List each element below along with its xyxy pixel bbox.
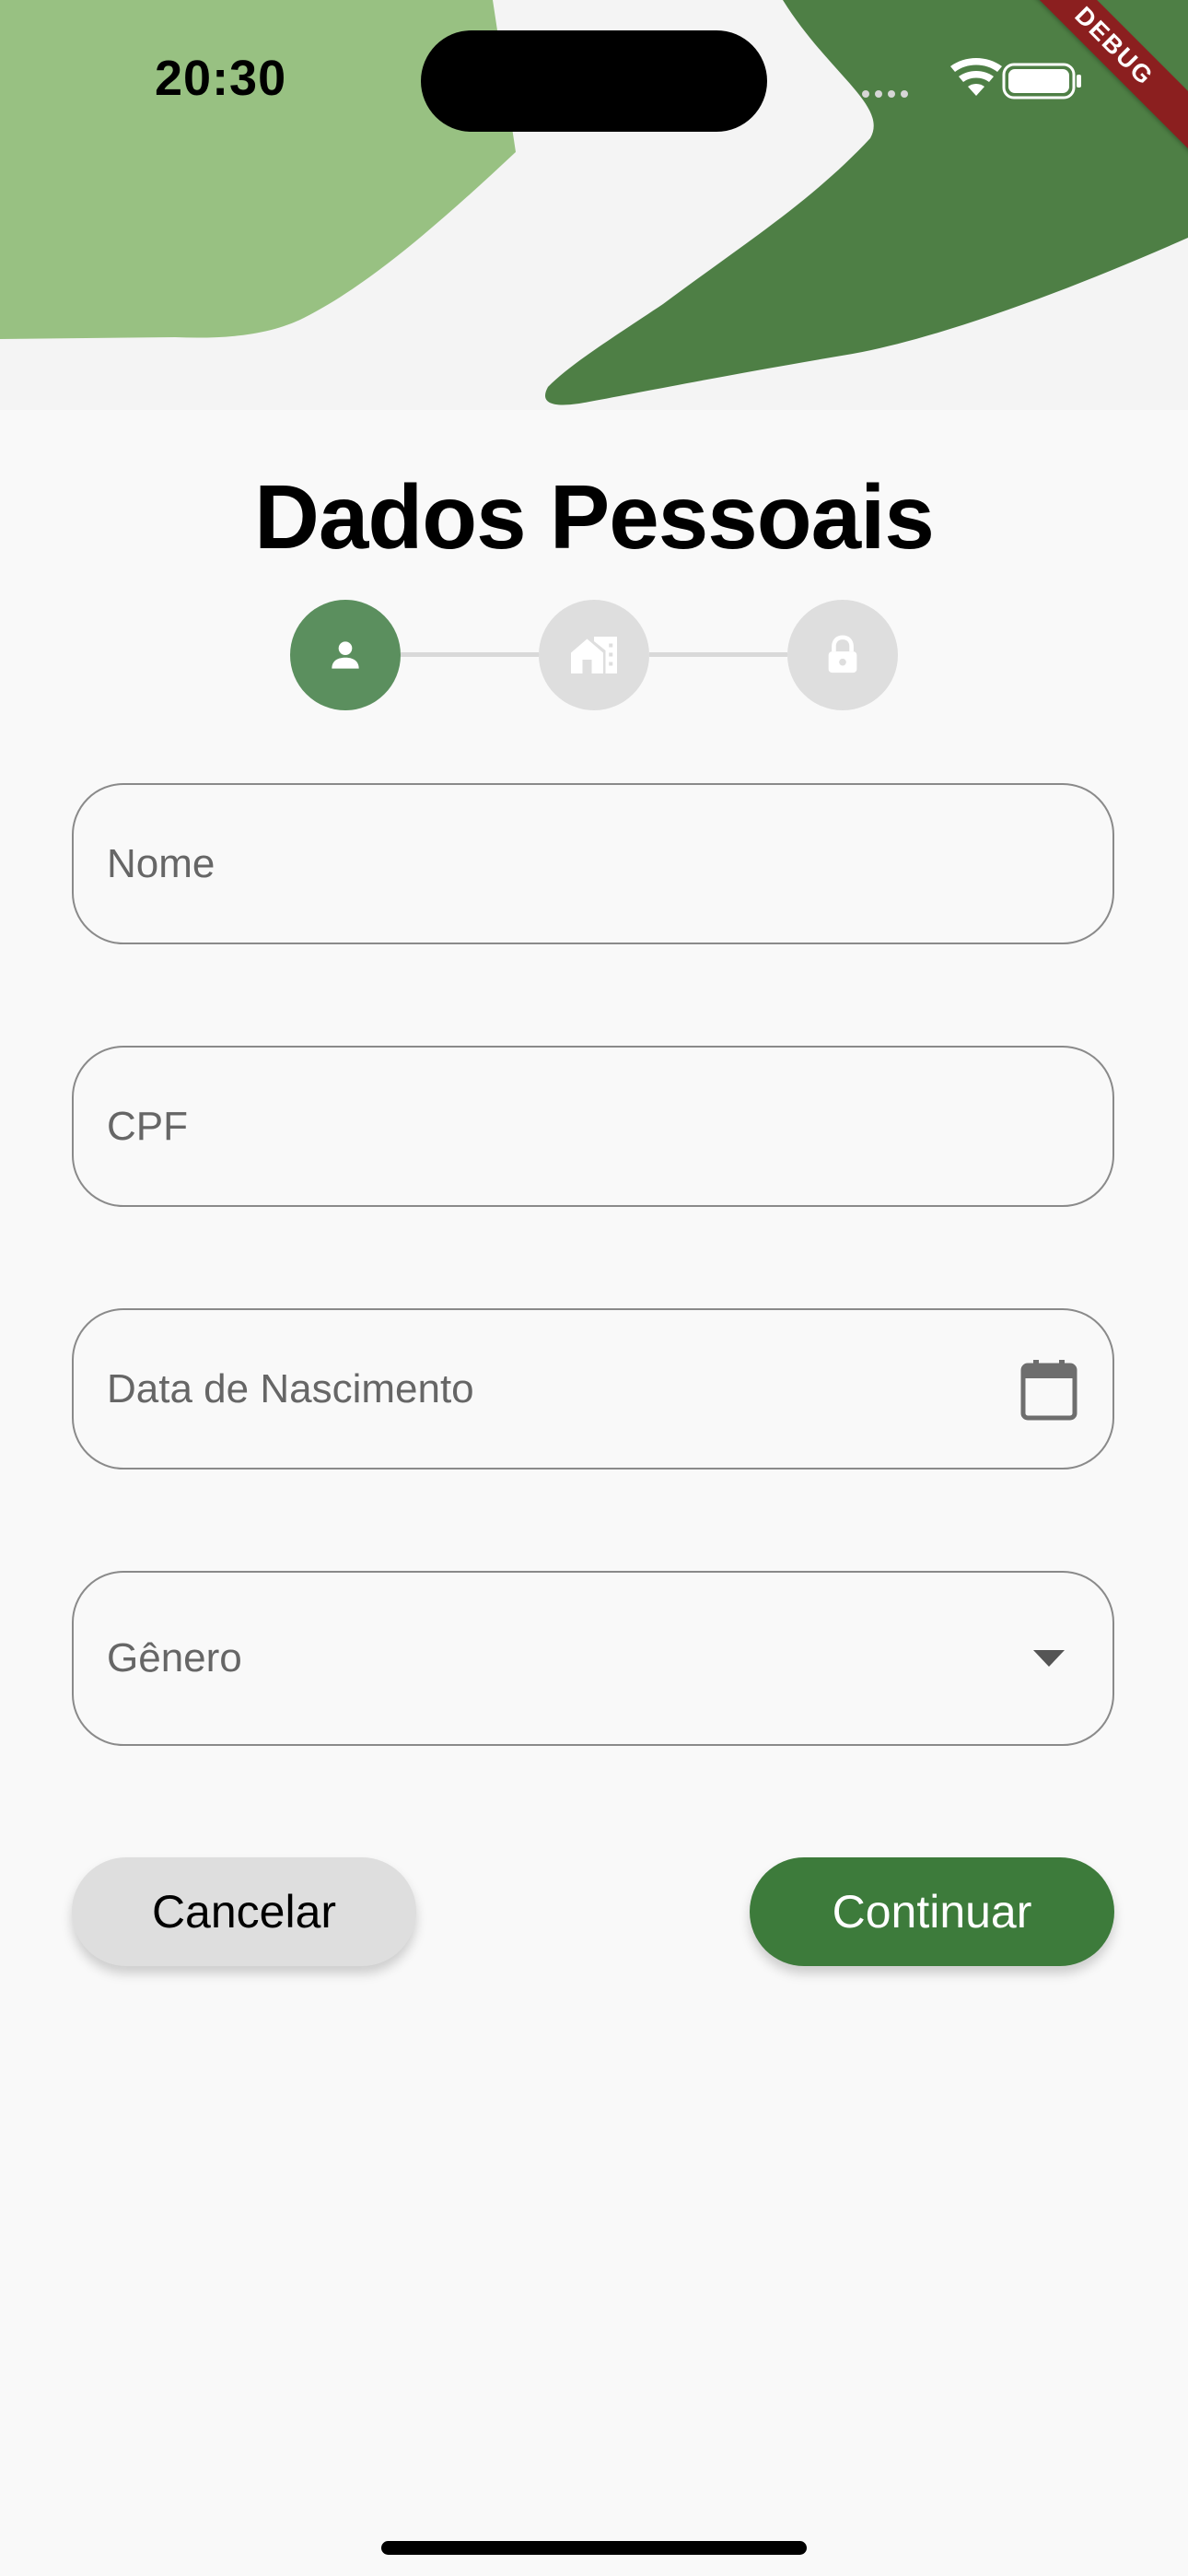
cpf-field-label: CPF (107, 1103, 188, 1149)
calendar-icon[interactable] (1020, 1358, 1077, 1421)
gender-select[interactable]: Gênero (72, 1571, 1114, 1746)
wifi-icon (950, 58, 1002, 96)
step-connector (649, 652, 787, 657)
battery-icon (1002, 63, 1081, 100)
page-title: Dados Pessoais (254, 466, 935, 568)
dynamic-island (421, 30, 767, 132)
continue-button[interactable]: Continuar (750, 1857, 1114, 1966)
step-personal[interactable] (290, 600, 401, 710)
cancel-button[interactable]: Cancelar (72, 1857, 416, 1966)
nome-field[interactable]: Nome (72, 783, 1114, 944)
home-indicator[interactable] (381, 2541, 807, 2555)
progress-stepper (290, 600, 898, 710)
birthdate-field-label: Data de Nascimento (107, 1365, 474, 1411)
step-address[interactable] (539, 600, 649, 710)
nome-field-label: Nome (107, 840, 215, 886)
lock-icon (828, 635, 857, 673)
person-icon (332, 641, 359, 669)
birthdate-field[interactable]: Data de Nascimento (72, 1308, 1114, 1469)
dropdown-arrow-icon (1033, 1650, 1065, 1667)
step-security[interactable] (787, 600, 898, 710)
status-icons (862, 58, 1081, 100)
cellular-icon (862, 90, 908, 98)
status-time: 20:30 (155, 51, 287, 106)
gender-select-label: Gênero (107, 1635, 242, 1680)
cpf-field[interactable]: CPF (72, 1046, 1114, 1207)
step-connector (401, 652, 539, 657)
house-icon (571, 637, 617, 673)
screen: 20:30 DEBUG Dados Pessoais Nome CPF Data… (0, 0, 1188, 2576)
